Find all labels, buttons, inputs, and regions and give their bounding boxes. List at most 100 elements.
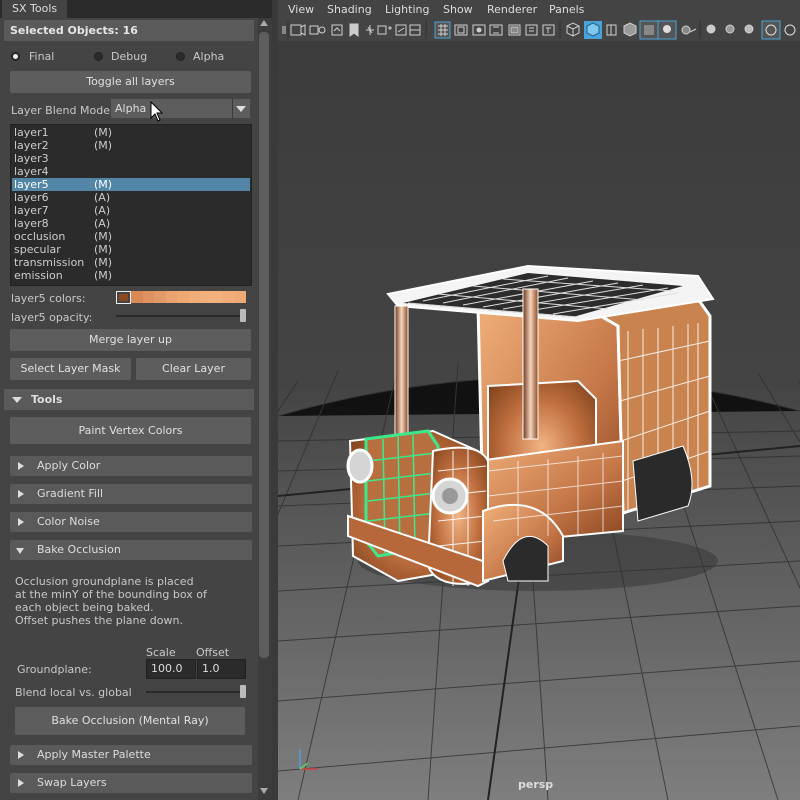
selected-objects-label: Selected Objects: 16 (10, 24, 138, 37)
menu-lighting[interactable]: Lighting (385, 3, 429, 16)
color-palette[interactable] (131, 291, 246, 303)
occlusion-desc-line: Occlusion groundplane is placed (15, 575, 194, 588)
radio-alpha-label: Alpha (193, 50, 225, 63)
menu-panels[interactable]: Panels (549, 3, 584, 16)
groundplane-offset-input[interactable]: 1.0 (197, 659, 246, 679)
layer-mode: (M) (94, 178, 113, 191)
blend-mode-value: Alpha (115, 102, 147, 115)
scale-label: Scale (146, 646, 176, 659)
tab-bar: SX Tools (0, 0, 272, 18)
tab-sx-tools[interactable]: SX Tools (2, 0, 68, 18)
panel-scrollbar-thumb[interactable] (259, 32, 269, 658)
layer-list[interactable]: layer1 (M) layer2 (M) layer3 layer4 layer5 (M) l… (10, 124, 252, 286)
section-apply-color[interactable]: Apply Color (10, 456, 252, 476)
section-label: Gradient Fill (37, 487, 104, 500)
layer-row-layer8[interactable]: layer8 (A) (12, 217, 250, 230)
viewport-toolbar (278, 19, 800, 42)
section-label: Swap Layers (37, 776, 107, 789)
toggle-all-layers-button[interactable]: Toggle all layers (10, 71, 251, 93)
groundplane-scale-input[interactable]: 100.0 (146, 659, 196, 679)
merge-layer-up-button[interactable]: Merge layer up (10, 329, 251, 351)
palette-swatch[interactable] (165, 291, 177, 303)
radio-final[interactable] (11, 52, 20, 61)
layer-name: layer2 (14, 139, 49, 152)
layer-mode: (M) (94, 243, 113, 256)
groundplane-label: Groundplane: (17, 663, 92, 676)
section-apply-master-palette[interactable]: Apply Master Palette (10, 745, 252, 765)
section-gradient-fill[interactable]: Gradient Fill (10, 484, 252, 504)
layer-opacity-label: layer5 opacity: (11, 311, 93, 324)
chevron-down-icon (236, 106, 246, 112)
bake-occlusion-button[interactable]: Bake Occlusion (Mental Ray) (15, 707, 245, 735)
menu-show[interactable]: Show (443, 3, 473, 16)
layer-row-layer1[interactable]: layer1 (M) (12, 126, 250, 139)
palette-swatch[interactable] (188, 291, 200, 303)
section-swap-layers[interactable]: Swap Layers (10, 773, 252, 793)
occlusion-desc-line: Offset pushes the plane down. (15, 614, 183, 627)
layer-row-layer7[interactable]: layer7 (A) (12, 204, 250, 217)
expand-arrow-icon (18, 751, 24, 759)
menu-shading[interactable]: Shading (327, 3, 372, 16)
camera-name-label: persp (518, 778, 554, 791)
palette-swatch[interactable] (131, 291, 143, 303)
collapse-arrow-icon (16, 548, 24, 554)
layer-row-layer4[interactable]: layer4 (12, 165, 250, 178)
layer-row-emission[interactable]: emission (M) (12, 269, 250, 282)
palette-swatch[interactable] (177, 291, 189, 303)
scroll-up-icon[interactable] (260, 20, 268, 26)
clear-layer-button[interactable]: Clear Layer (136, 358, 251, 380)
select-layer-mask-button[interactable]: Select Layer Mask (10, 358, 131, 380)
scroll-down-icon[interactable] (260, 788, 268, 794)
palette-swatch[interactable] (200, 291, 212, 303)
viewport-menu-bar: View Shading Lighting Show Renderer Pane… (278, 0, 800, 19)
layer-name: occlusion (14, 230, 66, 243)
radio-alpha[interactable] (176, 52, 185, 61)
palette-swatch[interactable] (211, 291, 223, 303)
blend-local-global-slider[interactable] (146, 691, 244, 693)
expand-arrow-icon (18, 490, 24, 498)
paint-vertex-colors-button[interactable]: Paint Vertex Colors (10, 417, 251, 444)
section-color-noise[interactable]: Color Noise (10, 512, 252, 532)
current-color-swatch[interactable] (116, 291, 131, 304)
radio-debug-label: Debug (111, 50, 148, 63)
opacity-slider[interactable] (116, 315, 244, 317)
menu-view[interactable]: View (288, 3, 314, 16)
layer-row-transmission[interactable]: transmission (M) (12, 256, 250, 269)
blend-mode-dropdown[interactable]: Alpha (111, 99, 250, 118)
layer-row-layer3[interactable]: layer3 (12, 152, 250, 165)
scene-3d-view[interactable] (278, 41, 800, 800)
layer-name: layer3 (14, 152, 49, 165)
layer-name: transmission (14, 256, 85, 269)
tools-header[interactable]: Tools (4, 389, 254, 410)
blend-local-global-label: Blend local vs. global (15, 686, 132, 699)
selected-objects-header: Selected Objects: 16 (4, 20, 254, 41)
blend-slider-handle[interactable] (240, 685, 246, 698)
persp-viewport[interactable]: View Shading Lighting Show Renderer Pane… (278, 0, 800, 800)
palette-swatch[interactable] (142, 291, 154, 303)
section-bake-occlusion[interactable]: Bake Occlusion (10, 540, 252, 560)
menu-renderer[interactable]: Renderer (487, 3, 537, 16)
section-label: Color Noise (37, 515, 100, 528)
layer-row-layer5[interactable]: layer5 (M) (12, 178, 250, 191)
layer-mode: (M) (94, 126, 113, 139)
layer-row-layer6[interactable]: layer6 (A) (12, 191, 250, 204)
layer-row-occlusion[interactable]: occlusion (M) (12, 230, 250, 243)
radio-debug[interactable] (94, 52, 103, 61)
truck-model[interactable] (346, 264, 718, 591)
palette-swatch[interactable] (154, 291, 166, 303)
layer-row-specular[interactable]: specular (M) (12, 243, 250, 256)
palette-swatch[interactable] (234, 291, 246, 303)
viewport-toolbar-icons (282, 20, 796, 40)
layer-name: specular (14, 243, 61, 256)
sx-tools-panel: SX Tools Selected Objects: 16 Final Debu… (0, 0, 272, 800)
opacity-slider-handle[interactable] (240, 309, 246, 322)
palette-swatch[interactable] (223, 291, 235, 303)
layer-name: layer1 (14, 126, 49, 139)
layer-mode: (M) (94, 269, 113, 282)
current-color-fill (119, 294, 128, 301)
layer-name: layer6 (14, 191, 49, 204)
layer-mode: (A) (94, 217, 111, 230)
layer-row-layer2[interactable]: layer2 (M) (12, 139, 250, 152)
layer-mode: (M) (94, 139, 113, 152)
layer-name: layer8 (14, 217, 49, 230)
